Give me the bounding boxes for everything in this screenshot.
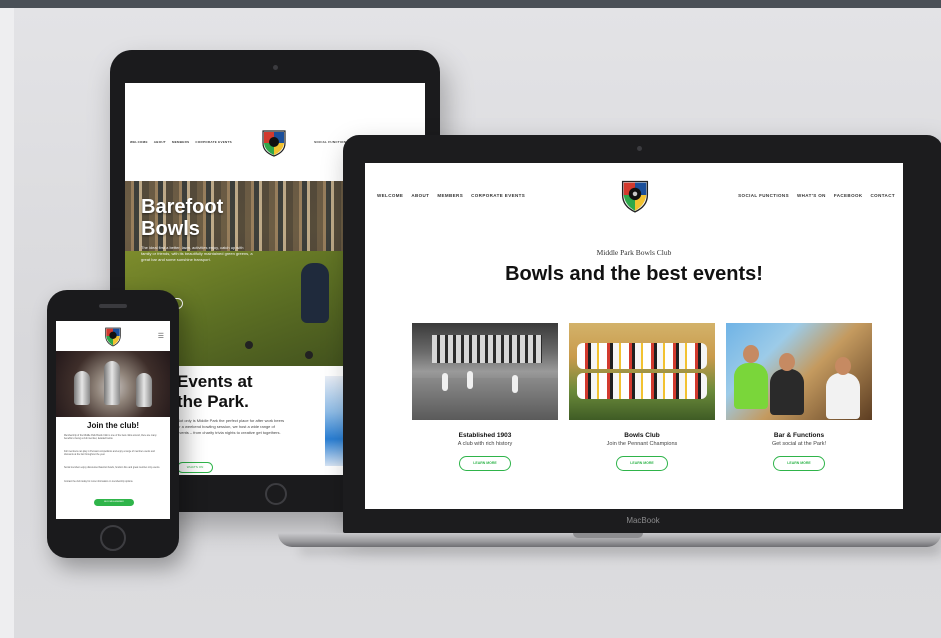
join-title: Join the club! xyxy=(87,421,139,430)
club-logo-icon[interactable] xyxy=(259,127,289,162)
card-bowls-club: Bowls Club Join the Pennant Champions LE… xyxy=(569,323,715,471)
become-member-button[interactable]: BECOME A MEMBER xyxy=(94,499,134,506)
hero-body-text: The ideal first a better, lawn, activiti… xyxy=(141,245,253,262)
hamburger-menu-icon[interactable]: ☰ xyxy=(158,333,164,340)
historic-lawn xyxy=(412,378,558,420)
card-team-photo xyxy=(569,323,715,420)
team-row xyxy=(577,373,707,399)
hero-title-line-1: Barefoot xyxy=(141,196,224,218)
card-title: Bowls Club xyxy=(624,432,660,439)
tablet-nav-corporate-events[interactable]: CORPORATE EVENTS xyxy=(195,140,232,144)
laptop-device: WELCOME ABOUT MEMBERS CORPORATE EVENTS S… xyxy=(343,135,941,533)
phone-home-button[interactable] xyxy=(100,525,126,551)
trophy-image xyxy=(104,361,120,405)
bowl-ball xyxy=(305,351,313,359)
phone-trophy-image xyxy=(56,351,170,417)
nav-welcome[interactable]: WELCOME xyxy=(377,193,403,198)
laptop-nav-right: SOCIAL FUNCTIONS WHAT'S ON FACEBOOK CONT… xyxy=(738,193,895,198)
card-subtitle: A club with rich history xyxy=(457,441,513,447)
card-learn-more-button[interactable]: LEARN MORE xyxy=(616,456,668,471)
card-subtitle: Get social at the Park! xyxy=(771,441,827,447)
card-bar-functions: Bar & Functions Get social at the Park! … xyxy=(726,323,872,471)
person-face xyxy=(835,357,851,375)
tablet-nav-welcome[interactable]: WELCOME xyxy=(130,140,148,144)
card-bar-photo xyxy=(726,323,872,420)
events-title-line-2: the Park. xyxy=(177,392,249,411)
card-history-photo xyxy=(412,323,558,420)
card-learn-more-button[interactable]: LEARN MORE xyxy=(773,456,825,471)
laptop-brand-label: MacBook xyxy=(626,516,660,525)
nav-social-functions[interactable]: SOCIAL FUNCTIONS xyxy=(738,193,789,198)
join-paragraph: Social members enjoy discounted barefoot… xyxy=(64,467,161,469)
tablet-home-button[interactable] xyxy=(265,483,287,505)
hero-title: Barefoot Bowls xyxy=(141,196,223,240)
historic-player xyxy=(442,373,448,391)
nav-contact[interactable]: CONTACT xyxy=(871,193,895,198)
trophy-image xyxy=(74,371,90,405)
laptop-base xyxy=(278,533,941,547)
phone-device: ☰ Join the club! Membership of the Middl… xyxy=(47,290,179,558)
card-title: Established 1903 xyxy=(458,432,512,439)
card-subtitle: Join the Pennant Champions xyxy=(606,441,678,447)
tablet-nav-social-functions[interactable]: SOCIAL FUNCTIONS xyxy=(314,140,348,144)
club-logo-icon[interactable] xyxy=(618,177,652,218)
person-shirt xyxy=(734,363,768,409)
hero-title-line-2: Bowls xyxy=(141,218,200,240)
phone-screen: ☰ Join the club! Membership of the Middl… xyxy=(56,321,170,519)
nav-corporate-events[interactable]: CORPORATE EVENTS xyxy=(471,193,525,198)
events-title-line-1: Events at xyxy=(177,372,253,391)
bowl-ball xyxy=(245,341,253,349)
top-bar xyxy=(0,0,941,8)
join-paragraph: Membership of the Middle Park Bowls Club… xyxy=(64,435,157,441)
team-row xyxy=(577,343,707,369)
tablet-nav-about[interactable]: ABOUT xyxy=(154,140,166,144)
events-whats-on-button[interactable]: WHAT'S ON xyxy=(177,462,213,473)
laptop-notch xyxy=(573,533,643,538)
phone-speaker xyxy=(99,304,127,308)
laptop-screen: WELCOME ABOUT MEMBERS CORPORATE EVENTS S… xyxy=(365,163,903,509)
person-shirt xyxy=(826,373,860,419)
events-body-text: Not only is Middle Park the perfect plac… xyxy=(177,418,285,435)
card-title: Bar & Functions xyxy=(773,432,825,439)
laptop-nav-left: WELCOME ABOUT MEMBERS CORPORATE EVENTS xyxy=(377,193,525,198)
page-headline: Bowls and the best events! xyxy=(505,263,763,285)
card-established: Established 1903 A club with rich histor… xyxy=(412,323,558,471)
person-face xyxy=(779,353,795,371)
person-shirt xyxy=(770,369,804,415)
join-paragraph: Contact the club today for more informat… xyxy=(64,481,134,483)
trophy-image xyxy=(136,373,152,407)
historic-player xyxy=(467,371,473,389)
join-paragraph: Full members can play in Pennant competi… xyxy=(64,451,155,457)
historic-player xyxy=(512,375,518,393)
tablet-camera xyxy=(273,65,278,70)
tablet-nav-members[interactable]: MEMBERS xyxy=(172,140,189,144)
club-logo-icon[interactable] xyxy=(103,325,123,352)
nav-whats-on[interactable]: WHAT'S ON xyxy=(797,193,826,198)
laptop-camera xyxy=(637,146,642,151)
person-face xyxy=(743,345,759,363)
events-title: Events at the Park. xyxy=(177,372,253,412)
left-strip xyxy=(0,8,14,638)
tablet-nav-left: WELCOME ABOUT MEMBERS CORPORATE EVENTS xyxy=(130,140,232,144)
card-learn-more-button[interactable]: LEARN MORE xyxy=(459,456,511,471)
laptop-nav: WELCOME ABOUT MEMBERS CORPORATE EVENTS S… xyxy=(365,163,903,227)
clubhouse-roof xyxy=(432,335,542,363)
nav-members[interactable]: MEMBERS xyxy=(437,193,463,198)
club-name: Middle Park Bowls Club xyxy=(596,248,672,257)
hero-player xyxy=(301,263,329,323)
nav-about[interactable]: ABOUT xyxy=(411,193,429,198)
nav-facebook[interactable]: FACEBOOK xyxy=(834,193,863,198)
phone-nav: ☰ xyxy=(56,321,170,351)
